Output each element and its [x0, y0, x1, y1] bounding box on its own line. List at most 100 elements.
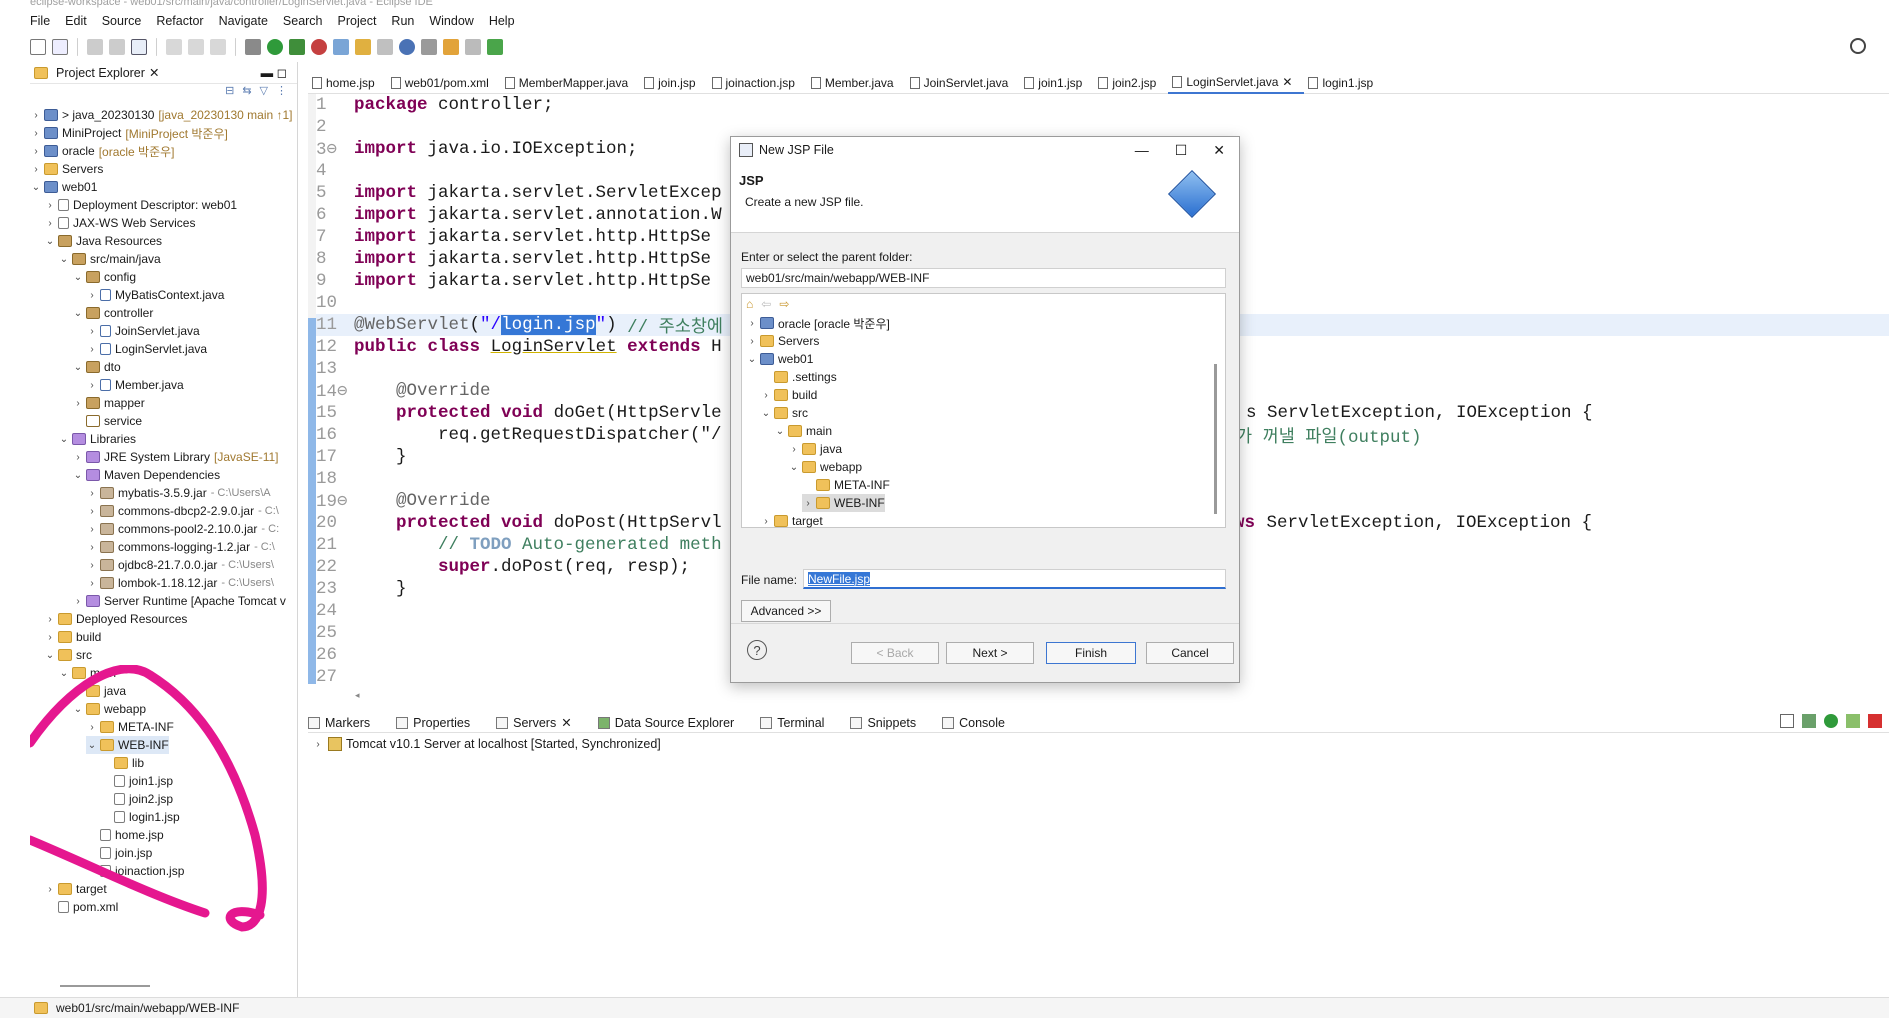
tree-item[interactable]: › LoginServlet.java	[86, 340, 207, 358]
parent-folder-input[interactable]: web01/src/main/webapp/WEB-INF	[741, 268, 1226, 288]
tree-item[interactable]: › build	[760, 386, 817, 404]
annotation-nav-icon[interactable]	[421, 39, 437, 55]
menu-file[interactable]: File	[30, 14, 50, 28]
run-external-icon[interactable]	[289, 39, 305, 55]
forward-nav-icon[interactable]	[465, 39, 481, 55]
expand-icon[interactable]: ›	[30, 128, 42, 139]
terminal-icon[interactable]	[131, 39, 147, 55]
expand-icon[interactable]: ›	[86, 488, 98, 499]
collapse-icon[interactable]: ⌄	[72, 272, 84, 283]
tab-join2-jsp[interactable]: join2.jsp	[1094, 72, 1168, 94]
help-icon[interactable]: ?	[747, 640, 767, 660]
tree-item[interactable]: › mybatis-3.5.9.jar - C:\Users\A	[86, 484, 270, 502]
collapse-icon[interactable]: ⌄	[788, 462, 800, 473]
menu-run[interactable]: Run	[391, 14, 414, 28]
close-icon[interactable]: ✕	[149, 65, 159, 80]
expand-icon[interactable]: ›	[788, 444, 800, 455]
expand-icon[interactable]: ›	[72, 452, 84, 463]
tree-item[interactable]: home.jsp	[86, 826, 164, 844]
tree-item-selected[interactable]: › WEB-INF	[802, 494, 885, 512]
tree-item[interactable]: ⌄ webapp	[72, 700, 146, 718]
tree-item[interactable]: ⌄ src	[44, 646, 92, 664]
tab-joinservlet-java[interactable]: JoinServlet.java	[906, 72, 1021, 94]
file-name-input[interactable]: NewFile.jsp	[803, 569, 1226, 589]
expand-icon[interactable]: ›	[86, 506, 98, 517]
next-button[interactable]: Next >	[946, 642, 1034, 664]
save-icon[interactable]	[87, 39, 103, 55]
tab-console[interactable]: Console	[942, 716, 1005, 730]
run-icon[interactable]	[267, 39, 283, 55]
tree-item[interactable]: › Servers	[746, 332, 819, 350]
tree-item[interactable]: join2.jsp	[100, 790, 173, 808]
tree-item[interactable]: › MyBatisContext.java	[86, 286, 224, 304]
search-icon[interactable]	[1850, 38, 1866, 54]
expand-icon[interactable]: ›	[86, 722, 98, 733]
tree-item[interactable]: › Deployed Resources	[44, 610, 187, 628]
tree-item[interactable]: ⌄ Maven Dependencies	[72, 466, 220, 484]
tree-item-selected[interactable]: ⌄ WEB-INF	[86, 736, 169, 754]
folder-tree[interactable]: ⌂ ⇦ ⇨ › oracle [oracle 박준우] › Servers ⌄ web…	[741, 293, 1226, 528]
tree-item[interactable]: .settings	[760, 368, 837, 386]
tree-item[interactable]: › java	[788, 440, 842, 458]
tab-snippets[interactable]: Snippets	[850, 716, 916, 730]
collapse-icon[interactable]: ⌄	[774, 426, 786, 437]
tab-member-java[interactable]: Member.java	[807, 72, 906, 94]
back-button[interactable]: < Back	[851, 642, 939, 664]
tree-item[interactable]: › > java_20230130 [java_20230130 main ↑1]	[30, 106, 292, 124]
collapse-icon[interactable]: ⌄	[86, 740, 98, 751]
new-icon[interactable]	[30, 39, 46, 55]
tab-home-jsp[interactable]: home.jsp	[308, 72, 387, 94]
tab-terminal[interactable]: Terminal	[760, 716, 824, 730]
back-nav-icon[interactable]	[443, 39, 459, 55]
collapse-icon[interactable]: ⌄	[44, 236, 56, 247]
tab-servers[interactable]: Servers ✕	[496, 715, 572, 730]
tab-loginservlet-java[interactable]: LoginServlet.java ✕	[1168, 71, 1305, 94]
minimize-icon[interactable]: ▬ ◻	[261, 65, 287, 80]
maximize-icon[interactable]: ☐	[1175, 142, 1188, 159]
tree-item[interactable]: › JAX-WS Web Services	[44, 214, 195, 232]
new-wizard-icon[interactable]	[52, 39, 68, 55]
tree-item[interactable]: › META-INF	[86, 718, 173, 736]
tab-data-source-explorer[interactable]: Data Source Explorer	[597, 716, 734, 730]
collapse-all-icon[interactable]: ⊟	[225, 84, 234, 102]
debug-step-icon[interactable]	[166, 39, 182, 55]
tab-joinaction-jsp[interactable]: joinaction.jsp	[708, 72, 807, 94]
tree-item[interactable]: ⌄ config	[72, 268, 136, 286]
home-icon[interactable]: ⌂	[746, 297, 753, 311]
tree-item[interactable]: › JRE System Library [JavaSE-11]	[72, 448, 278, 466]
view-menu-icon[interactable]: ⋮	[276, 84, 287, 102]
expand-icon[interactable]: ›	[44, 218, 56, 229]
collapse-icon[interactable]: ⌄	[58, 254, 70, 265]
forward-icon[interactable]: ⇨	[779, 297, 789, 311]
expand-icon[interactable]: ›	[30, 146, 42, 157]
collapse-icon[interactable]: ⌄	[30, 182, 42, 193]
expand-icon[interactable]: ›	[86, 524, 98, 535]
tree-item[interactable]: ⌄ src/main/java	[58, 250, 161, 268]
expand-icon[interactable]: ›	[86, 380, 98, 391]
tree-item[interactable]: › Member.java	[86, 376, 183, 394]
tree-item[interactable]: joinaction.jsp	[86, 862, 184, 880]
tab-join1-jsp[interactable]: join1.jsp	[1020, 72, 1094, 94]
expand-icon[interactable]: ›	[746, 336, 758, 347]
tree-item[interactable]: › oracle [oracle 박준우]	[746, 314, 890, 332]
link-editor-icon[interactable]: ⇆	[242, 84, 251, 102]
tree-item[interactable]: join.jsp	[86, 844, 152, 862]
tree-item[interactable]: › JoinServlet.java	[86, 322, 199, 340]
search-toolbar-icon[interactable]	[377, 39, 393, 55]
tree-item[interactable]: ⌄ src	[760, 404, 808, 422]
stop-server-icon[interactable]	[1868, 714, 1882, 728]
tree-item[interactable]: › MiniProject [MiniProject 박준우]	[30, 124, 228, 142]
tree-item[interactable]: ⌄ web01	[746, 350, 814, 368]
suspend-icon[interactable]	[188, 39, 204, 55]
stop-icon[interactable]	[311, 39, 327, 55]
expand-icon[interactable]: ›	[86, 578, 98, 589]
collapse-icon[interactable]: ⌄	[72, 362, 84, 373]
tree-item[interactable]: › target	[44, 880, 106, 898]
tree-item[interactable]: › commons-pool2-2.10.0.jar - C:	[86, 520, 279, 538]
collapse-icon[interactable]: ⌄	[72, 470, 84, 481]
debug-server-icon[interactable]	[1802, 714, 1816, 728]
tree-item[interactable]: › ojdbc8-21.7.0.0.jar - C:\Users\	[86, 556, 274, 574]
debug-icon[interactable]	[245, 39, 261, 55]
expand-icon[interactable]: ›	[86, 344, 98, 355]
tree-item[interactable]: ⌄ dto	[72, 358, 121, 376]
